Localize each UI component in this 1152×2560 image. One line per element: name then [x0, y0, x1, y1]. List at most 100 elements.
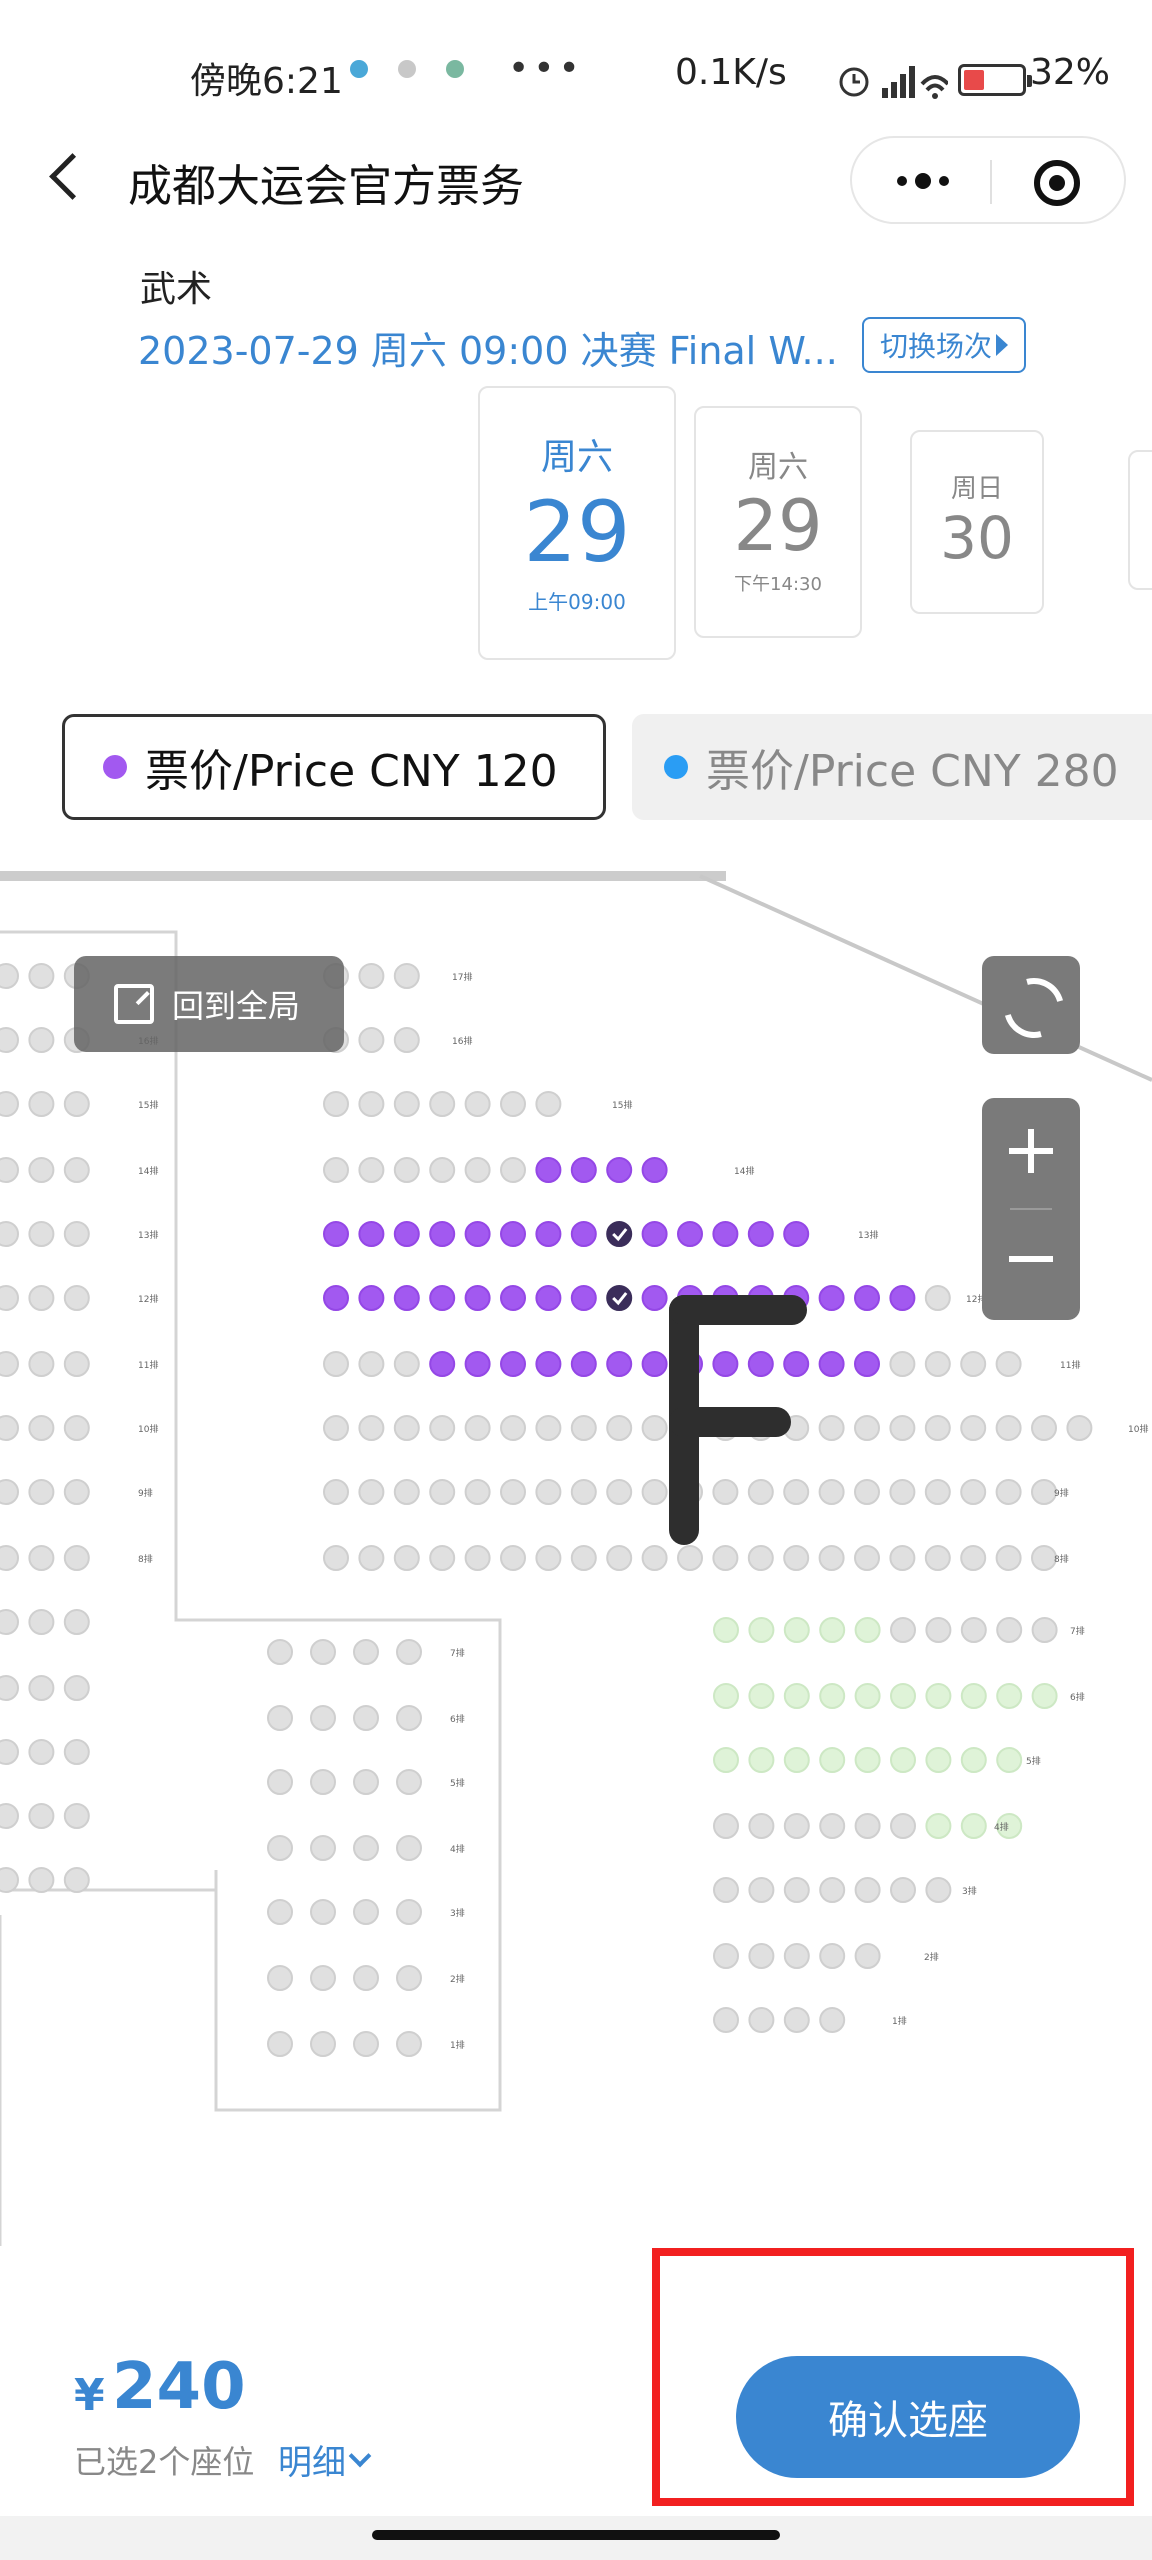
seat[interactable]	[535, 1415, 562, 1441]
seat[interactable]	[960, 1479, 987, 1505]
seat[interactable]	[0, 1415, 19, 1441]
seat[interactable]	[1031, 1479, 1057, 1505]
seat-available[interactable]	[854, 1285, 880, 1311]
seat-available[interactable]	[677, 1221, 703, 1247]
seat[interactable]	[748, 1683, 775, 1709]
seat[interactable]	[0, 1157, 19, 1183]
seat[interactable]	[996, 1617, 1023, 1643]
seat[interactable]	[748, 1747, 775, 1773]
seat[interactable]	[925, 1617, 952, 1643]
seat[interactable]	[570, 1479, 597, 1505]
seat[interactable]	[28, 1739, 55, 1765]
seat[interactable]	[393, 1351, 420, 1377]
price-tab-280[interactable]: 票价/Price CNY 280	[632, 714, 1152, 820]
seat-available[interactable]	[500, 1285, 526, 1311]
seat[interactable]	[267, 1899, 293, 1925]
seat[interactable]	[63, 1157, 90, 1183]
seat-available[interactable]	[747, 1351, 774, 1377]
seat[interactable]	[28, 1415, 55, 1441]
seat-available[interactable]	[535, 1285, 562, 1311]
confirm-seat-button[interactable]: 确认选座	[736, 2356, 1080, 2478]
seat[interactable]	[641, 1479, 668, 1505]
seat[interactable]	[606, 1545, 633, 1571]
seat-available[interactable]	[464, 1351, 491, 1377]
seat[interactable]	[819, 1747, 846, 1773]
seat[interactable]	[748, 1617, 775, 1643]
seat-available[interactable]	[818, 1285, 845, 1311]
seat[interactable]	[358, 1479, 385, 1505]
seat-available[interactable]	[889, 1285, 916, 1311]
seat[interactable]	[267, 1705, 293, 1731]
seat[interactable]	[713, 1813, 739, 1839]
seat-available[interactable]	[535, 1351, 562, 1377]
seat-available[interactable]	[570, 1285, 597, 1311]
seat-available[interactable]	[641, 1351, 668, 1377]
seat[interactable]	[310, 2031, 336, 2057]
seat[interactable]	[396, 1965, 422, 1991]
seat[interactable]	[960, 1351, 987, 1377]
seat[interactable]	[358, 1157, 385, 1183]
seat[interactable]	[396, 2031, 422, 2057]
seat[interactable]	[748, 1813, 775, 1839]
seat[interactable]	[429, 1157, 456, 1183]
seat[interactable]	[323, 1415, 349, 1441]
seat[interactable]	[641, 1415, 668, 1441]
seat-available[interactable]	[535, 1157, 562, 1183]
seat[interactable]	[63, 1221, 90, 1247]
seat-available[interactable]	[641, 1157, 668, 1183]
seat[interactable]	[464, 1415, 491, 1441]
seat[interactable]	[818, 1415, 845, 1441]
seat[interactable]	[353, 2031, 379, 2057]
seat[interactable]	[28, 1091, 55, 1117]
date-card-0[interactable]: 周六 29 上午09:00	[478, 386, 676, 660]
seat[interactable]	[1066, 1415, 1093, 1441]
seat-available[interactable]	[641, 1285, 668, 1311]
seat[interactable]	[393, 963, 420, 989]
seat[interactable]	[358, 1415, 385, 1441]
seat[interactable]	[0, 1803, 19, 1829]
seat-selected[interactable]	[606, 1285, 633, 1311]
seat[interactable]	[924, 1285, 951, 1311]
seat[interactable]	[1031, 1683, 1058, 1709]
seat[interactable]	[925, 1747, 952, 1773]
seat[interactable]	[924, 1479, 951, 1505]
seat[interactable]	[890, 1747, 916, 1773]
seat[interactable]	[677, 1545, 703, 1571]
seat[interactable]	[28, 1285, 55, 1311]
seat[interactable]	[889, 1545, 916, 1571]
seat[interactable]	[925, 1683, 952, 1709]
seat[interactable]	[960, 1415, 987, 1441]
seat[interactable]	[0, 1027, 19, 1053]
seat[interactable]	[819, 1617, 846, 1643]
seat-available[interactable]	[570, 1351, 597, 1377]
seat[interactable]	[464, 1091, 491, 1117]
seat[interactable]	[396, 1769, 422, 1795]
seat[interactable]	[535, 1479, 562, 1505]
seat[interactable]	[960, 1683, 987, 1709]
seat[interactable]	[310, 1639, 336, 1665]
seat[interactable]	[854, 1479, 880, 1505]
seat-available[interactable]	[393, 1285, 420, 1311]
seat[interactable]	[28, 1157, 55, 1183]
seat[interactable]	[890, 1617, 916, 1643]
seat[interactable]	[535, 1545, 562, 1571]
seat[interactable]	[393, 1479, 420, 1505]
home-indicator[interactable]	[372, 2530, 780, 2540]
seat[interactable]	[606, 1415, 633, 1441]
overview-button[interactable]: 回到全局	[74, 956, 344, 1052]
seat-available[interactable]	[783, 1221, 810, 1247]
seat[interactable]	[353, 1769, 379, 1795]
seat[interactable]	[960, 1617, 987, 1643]
seat[interactable]	[783, 1877, 810, 1903]
seat[interactable]	[712, 1479, 739, 1505]
seat[interactable]	[890, 1877, 916, 1903]
seat[interactable]	[747, 1545, 774, 1571]
seat-available[interactable]	[464, 1221, 491, 1247]
seat[interactable]	[0, 1351, 19, 1377]
seat[interactable]	[641, 1545, 668, 1571]
seat[interactable]	[713, 1617, 739, 1643]
seat[interactable]	[63, 1803, 90, 1829]
seat[interactable]	[358, 1545, 385, 1571]
seat[interactable]	[783, 1813, 810, 1839]
seat[interactable]	[28, 1545, 55, 1571]
